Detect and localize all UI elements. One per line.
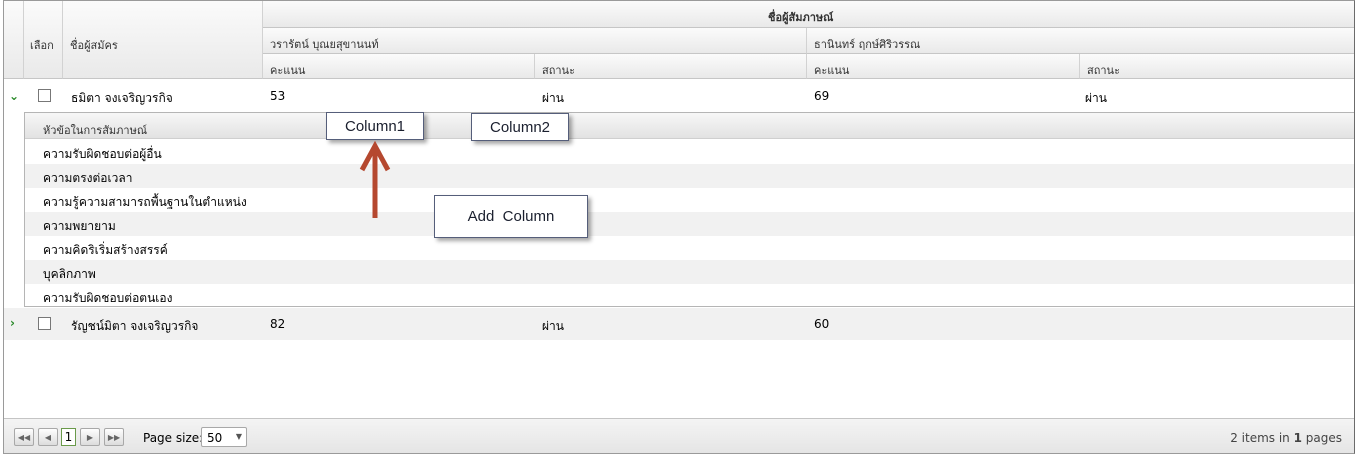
table-row[interactable]: ⌄ ธมิตา จงเจริญวรกิจ 53 ผ่าน 69 ผ่าน — [4, 80, 1354, 112]
column1-callout-label: Column1 — [344, 117, 406, 135]
score-2: 60 — [814, 317, 830, 331]
row-select-checkbox[interactable] — [38, 89, 51, 102]
pager: ◀◀ ◀ 1 ▶ ▶▶ Page size: 50 ▼ 2 items in 1… — [4, 418, 1354, 453]
page-size-value: 50 — [207, 431, 223, 445]
collapse-chevron-icon[interactable]: ⌄ — [9, 89, 19, 103]
applicant-name: รัญชน์มิตา จงเจริญวรกิจ — [71, 319, 199, 333]
status-label: สถานะ — [542, 64, 575, 77]
column2-callout-label: Column2 — [489, 118, 551, 136]
detail-header[interactable]: หัวข้อในการสัมภาษณ์ — [25, 113, 1354, 139]
applicant-column-header[interactable]: ชื่อผู้สมัคร — [63, 1, 263, 79]
interviewer-1-status-header[interactable]: สถานะ — [535, 54, 807, 79]
score-label: คะแนน — [814, 64, 850, 77]
add-column-callout-label: Add Column — [467, 208, 555, 225]
select-column-header[interactable]: เลือก — [24, 1, 63, 79]
interviewer-2-score-header[interactable]: คะแนน — [807, 54, 1080, 79]
interviewer-group-label: ชื่อผู้สัมภาษณ์ — [768, 11, 834, 24]
topic-label: บุคลิกภาพ — [43, 267, 96, 281]
detail-row[interactable]: ความรับผิดชอบต่อผู้อื่น — [25, 140, 1354, 164]
applicant-column-label: ชื่อผู้สมัคร — [70, 39, 118, 52]
interviewer-2-name: ธานินทร์ ฤกษ์ศิริวรรณ — [814, 38, 921, 51]
interview-grid: เลือก ชื่อผู้สมัคร ชื่อผู้สัมภาษณ์ วรารั… — [3, 0, 1355, 454]
add-column-callout: Add Column — [434, 195, 588, 238]
next-page-button[interactable]: ▶ — [80, 428, 100, 446]
pager-info: 2 items in 1 pages — [1230, 431, 1342, 445]
interviewer-1-score-header[interactable]: คะแนน — [263, 54, 535, 79]
prev-page-button[interactable]: ◀ — [38, 428, 58, 446]
topic-label: ความรู้ความสามารถพื้นฐานในตำแหน่ง — [43, 195, 247, 209]
detail-row[interactable]: ความรับผิดชอบต่อตนเอง — [25, 284, 1354, 308]
interviewer-2-status-header[interactable]: สถานะ — [1080, 54, 1354, 79]
select-column-label: เลือก — [30, 39, 54, 52]
detail-row[interactable]: ความคิดริเริ่มสร้างสรรค์ — [25, 236, 1354, 260]
row-select-checkbox[interactable] — [38, 317, 51, 330]
detail-row[interactable]: ความรู้ความสามารถพื้นฐานในตำแหน่ง — [25, 188, 1354, 212]
table-row[interactable]: › รัญชน์มิตา จงเจริญวรกิจ 82 ผ่าน 60 — [4, 308, 1354, 340]
current-page-number[interactable]: 1 — [61, 428, 76, 446]
status-2: ผ่าน — [1085, 91, 1107, 105]
pager-info-pages: 1 — [1293, 431, 1302, 445]
last-page-button[interactable]: ▶▶ — [104, 428, 124, 446]
score-label: คะแนน — [270, 64, 306, 77]
interviewer-1-name: วรารัตน์ บุณยสุขานนท์ — [270, 38, 379, 51]
topic-label: ความคิดริเริ่มสร้างสรรค์ — [43, 243, 168, 257]
detail-row[interactable]: บุคลิกภาพ — [25, 260, 1354, 284]
topic-label: ความรับผิดชอบต่อผู้อื่น — [43, 147, 162, 161]
detail-header-label: หัวข้อในการสัมภาษณ์ — [43, 124, 148, 137]
score-1: 82 — [270, 317, 286, 331]
status-1: ผ่าน — [542, 91, 564, 105]
interviewer-1-header: วรารัตน์ บุณยสุขานนท์ — [263, 28, 807, 54]
column1-callout: Column1 — [326, 112, 424, 140]
score-2: 69 — [814, 89, 830, 103]
first-page-button[interactable]: ◀◀ — [14, 428, 34, 446]
arrow-up-icon — [359, 140, 391, 218]
topic-label: ความตรงต่อเวลา — [43, 171, 133, 185]
topic-label: ความรับผิดชอบต่อตนเอง — [43, 291, 173, 305]
detail-row[interactable]: ความตรงต่อเวลา — [25, 164, 1354, 188]
expand-chevron-icon[interactable]: › — [10, 316, 15, 330]
interviewer-2-header: ธานินทร์ ฤกษ์ศิริวรรณ — [807, 28, 1354, 54]
topic-label: ความพยายาม — [43, 219, 116, 233]
chevron-down-icon: ▼ — [235, 432, 242, 441]
page-size-label: Page size: — [143, 431, 204, 445]
detail-table: หัวข้อในการสัมภาษณ์ ความรับผิดชอบต่อผู้อ… — [24, 112, 1354, 308]
interviewer-group-header: ชื่อผู้สัมภาษณ์ — [263, 1, 1354, 28]
status-1: ผ่าน — [542, 319, 564, 333]
status-label: สถานะ — [1087, 64, 1120, 77]
page-size-select[interactable]: 50 ▼ — [201, 427, 247, 447]
column2-callout: Column2 — [471, 113, 569, 141]
detail-row[interactable]: ความพยายาม — [25, 212, 1354, 236]
pager-info-prefix: 2 items in — [1230, 431, 1294, 445]
expand-column-header — [4, 1, 24, 79]
applicant-name: ธมิตา จงเจริญวรกิจ — [71, 91, 173, 105]
score-1: 53 — [270, 89, 286, 103]
pager-info-suffix: pages — [1301, 431, 1342, 445]
